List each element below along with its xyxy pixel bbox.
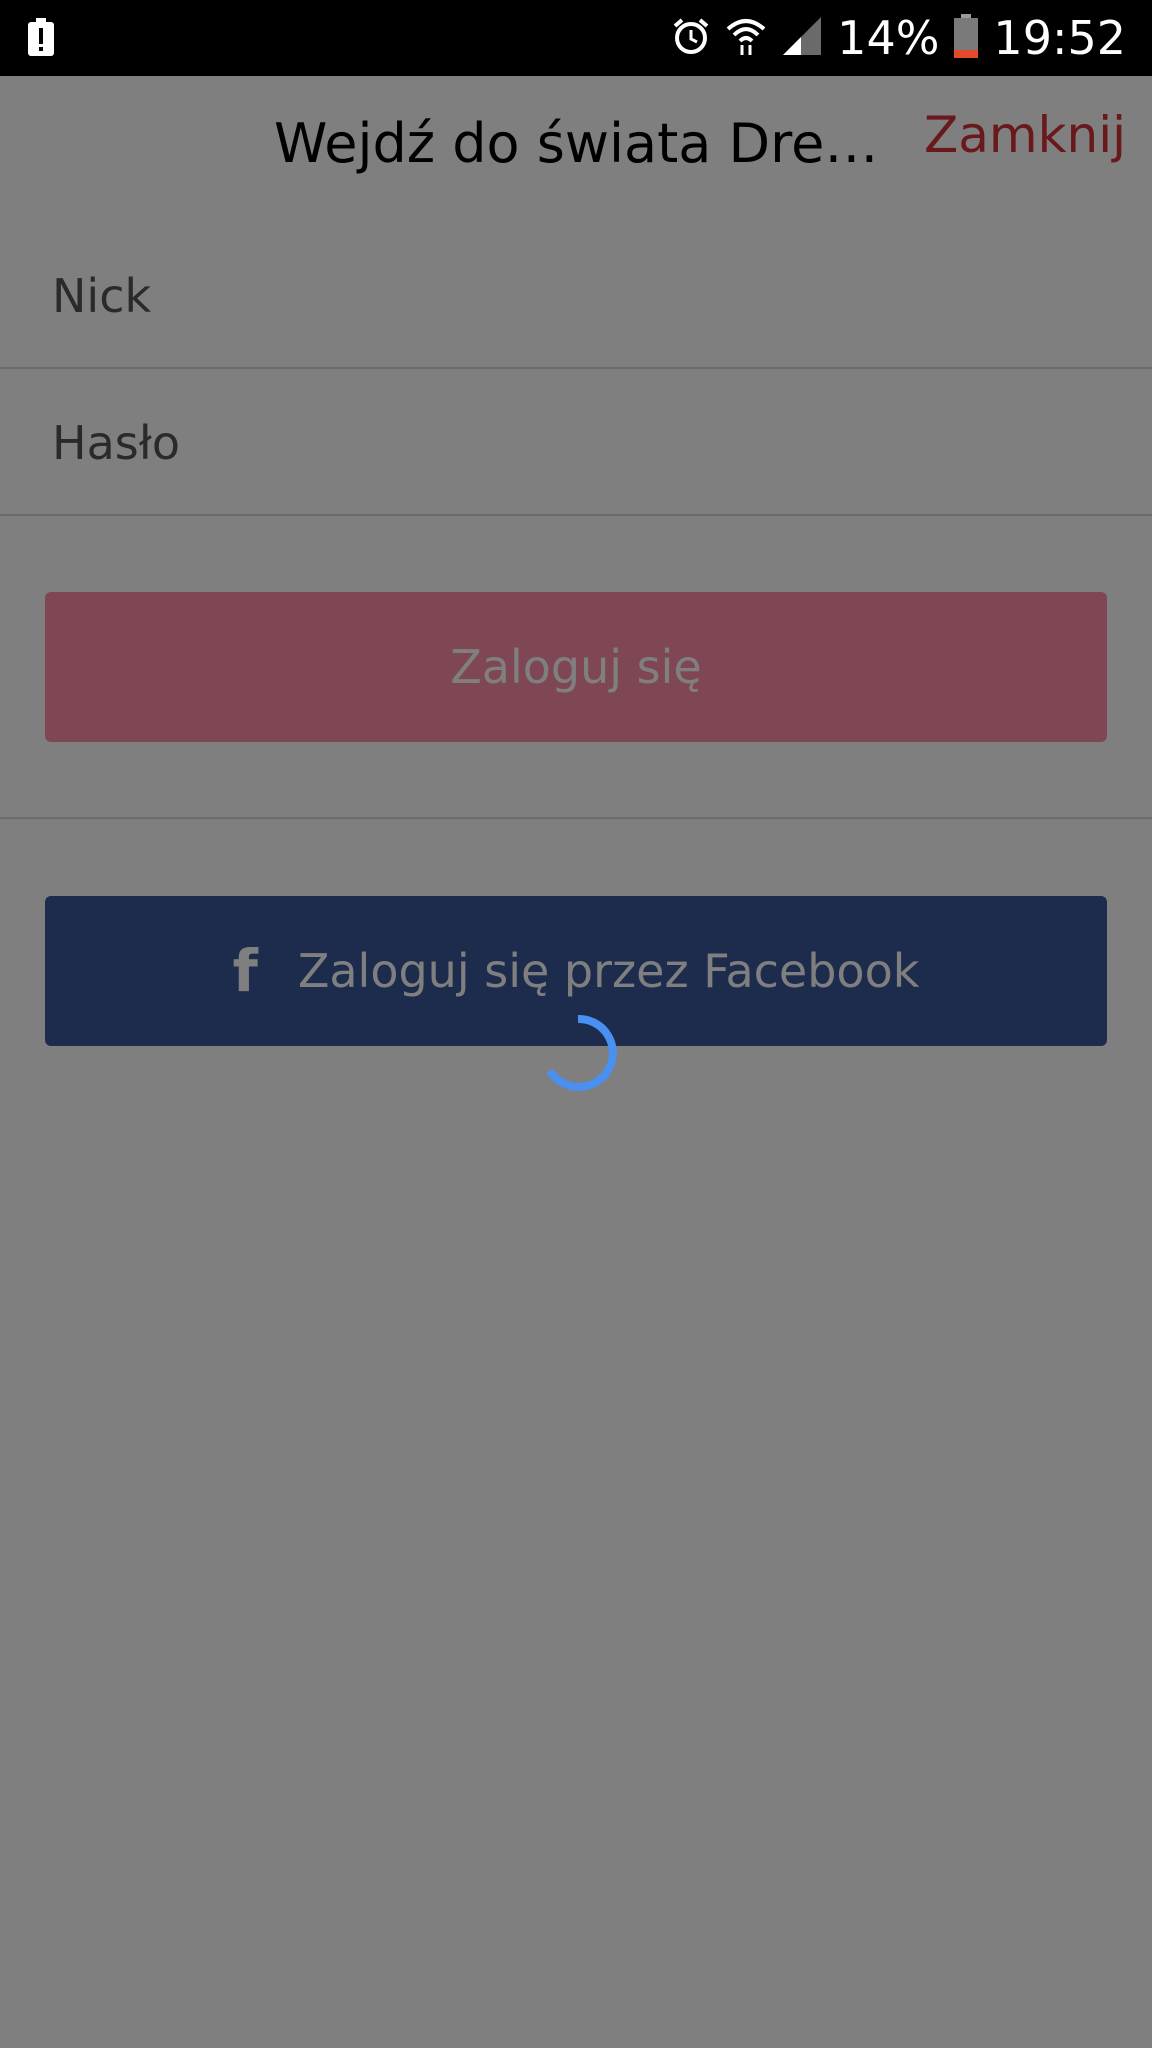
screen: 14% 19:52 Wejdź do świata Dress… Zamknij… [0, 0, 1152, 2048]
alarm-icon [671, 16, 711, 61]
signal-icon [781, 15, 823, 62]
notification-alert-icon [26, 18, 56, 63]
battery-icon [953, 13, 979, 63]
clock: 19:52 [993, 11, 1126, 65]
status-icons: 14% 19:52 [671, 0, 1126, 76]
loading-spinner-icon [538, 1013, 618, 1093]
battery-percent: 14% [837, 11, 940, 65]
status-bar: 14% 19:52 [0, 0, 1152, 76]
wifi-icon [725, 15, 767, 62]
